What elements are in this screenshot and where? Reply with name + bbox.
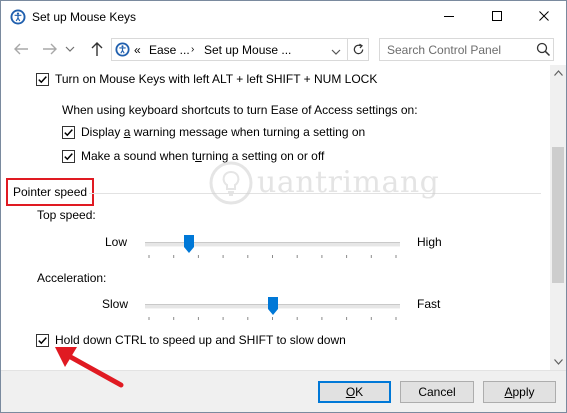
top-speed-thumb[interactable]: [183, 235, 194, 253]
minimize-button[interactable]: [426, 1, 471, 31]
pointer-speed-heading-text: Pointer speed: [13, 185, 88, 199]
mouse-keys-shortcut-label: Turn on Mouse Keys with left ALT + left …: [55, 72, 378, 86]
breadcrumb-separator-icon[interactable]: ›: [191, 44, 194, 55]
close-button[interactable]: [521, 1, 566, 31]
acceleration-thumb[interactable]: [267, 297, 278, 315]
scroll-down-arrow-icon[interactable]: [550, 354, 566, 370]
mouse-keys-window: Set up Mouse Keys « Ease ... › Set up Mo…: [0, 0, 567, 413]
breadcrumb-overflow[interactable]: «: [134, 43, 141, 57]
refresh-icon: [353, 43, 364, 55]
red-annotation-arrow-icon: [55, 347, 124, 388]
acceleration-max-label: Fast: [417, 297, 441, 311]
checkmark-icon: [64, 128, 73, 136]
ease-of-access-icon: [10, 9, 26, 25]
settings-content: Turn on Mouse Keys with left ALT + left …: [1, 65, 550, 370]
cancel-button[interactable]: Cancel: [400, 381, 474, 403]
search-input[interactable]: [380, 39, 532, 60]
lightbulb-logo-icon: [209, 161, 253, 205]
checkmark-icon: [64, 152, 73, 160]
top-speed-ticks: [148, 255, 397, 258]
checkmark-icon: [38, 336, 47, 344]
search-box[interactable]: [379, 38, 554, 61]
navigation-bar: « Ease ... › Set up Mouse ...: [1, 34, 566, 64]
scrollbar-thumb[interactable]: [552, 147, 564, 283]
refresh-button[interactable]: [347, 39, 369, 60]
watermark: uantrimang: [209, 157, 439, 213]
scroll-up-arrow-icon[interactable]: [550, 65, 566, 81]
checkmark-icon: [38, 75, 47, 83]
pointer-speed-heading: Pointer speed: [6, 178, 95, 206]
top-speed-min-label: Low: [105, 235, 128, 249]
address-bar[interactable]: « Ease ... › Set up Mouse ...: [111, 38, 369, 61]
warning-message-checkbox[interactable]: [62, 125, 75, 139]
apply-button[interactable]: Apply: [483, 381, 556, 403]
acceleration-label: Acceleration:: [37, 271, 107, 285]
maximize-button[interactable]: [474, 1, 519, 31]
window-title: Set up Mouse Keys: [32, 10, 137, 24]
breadcrumb-ease-of-access[interactable]: Ease ...: [149, 43, 190, 57]
shortcut-settings-heading: When using keyboard shortcuts to turn Ea…: [62, 103, 418, 117]
warning-message-option[interactable]: Display a warning message when turning a…: [62, 125, 365, 139]
address-dropdown-chevron-icon[interactable]: [330, 46, 342, 56]
recent-locations-chevron-icon[interactable]: [63, 39, 77, 59]
forward-arrow-icon[interactable]: [40, 39, 60, 59]
sound-checkbox[interactable]: [62, 149, 75, 163]
back-arrow-icon[interactable]: [11, 39, 31, 59]
mouse-keys-shortcut-checkbox[interactable]: [36, 72, 49, 86]
top-speed-max-label: High: [417, 235, 442, 249]
ctrl-shift-checkbox[interactable]: [36, 333, 49, 347]
ease-of-access-address-icon: [115, 42, 130, 57]
warning-message-label: Display a warning message when turning a…: [81, 125, 366, 139]
top-speed-label: Top speed:: [37, 208, 96, 222]
up-arrow-icon[interactable]: [87, 39, 107, 59]
vertical-scrollbar[interactable]: [550, 65, 566, 370]
breadcrumb-set-up-mouse-keys[interactable]: Set up Mouse ...: [204, 43, 291, 57]
acceleration-ticks: [148, 317, 397, 320]
mouse-keys-shortcut-option[interactable]: Turn on Mouse Keys with left ALT + left …: [36, 72, 377, 86]
watermark-text: uantrimang: [257, 165, 440, 200]
acceleration-min-label: Slow: [102, 297, 129, 311]
search-icon[interactable]: [536, 42, 551, 57]
ok-button[interactable]: OK: [318, 381, 391, 403]
title-bar: Set up Mouse Keys: [1, 1, 566, 33]
